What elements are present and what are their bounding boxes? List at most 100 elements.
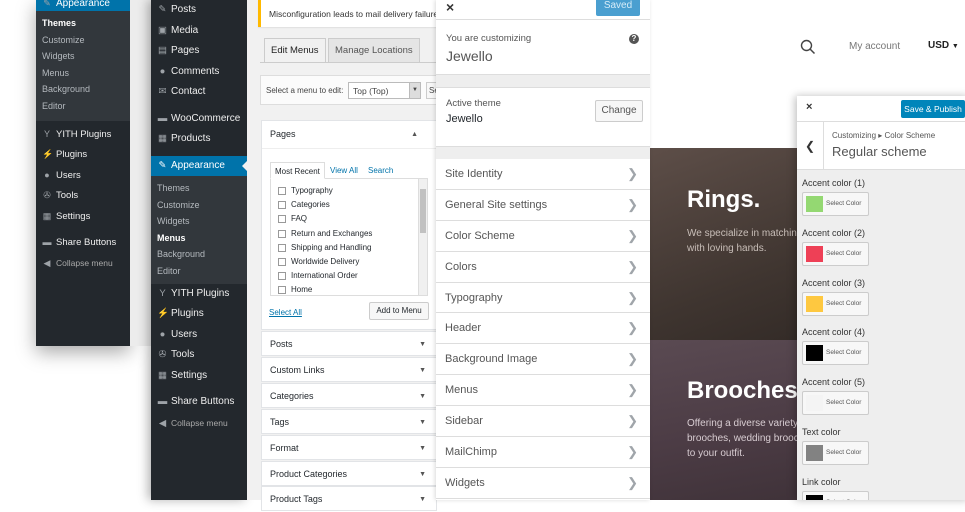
currency-selector[interactable]: USD ▼ — [928, 40, 959, 51]
submenu-themes[interactable]: Themes — [36, 15, 130, 32]
page-item[interactable]: Categories — [278, 198, 427, 212]
customizer-section[interactable]: Typography ❯ — [436, 282, 650, 314]
submenu-background[interactable]: Background — [36, 81, 130, 98]
color-picker-button[interactable]: Select Color — [802, 441, 869, 465]
menu-settings[interactable]: ▦ Settings — [151, 366, 247, 387]
customizer-section[interactable]: MailChimp ❯ — [436, 437, 650, 468]
menu-yith-plugins[interactable]: Y YITH Plugins — [151, 284, 247, 305]
customizer-section[interactable]: Color Scheme ❯ — [436, 220, 650, 252]
menu-woocommerce[interactable]: ▬ WooCommerce — [151, 109, 247, 130]
mail-icon: ✉ — [158, 86, 167, 97]
checkbox[interactable] — [278, 215, 286, 224]
color-picker-button[interactable]: Select Color — [802, 490, 869, 500]
collapse-menu[interactable]: ◀ Collapse menu — [151, 413, 247, 434]
submenu-menus[interactable]: Menus — [36, 65, 130, 82]
menu-tools[interactable]: ✇ Tools — [151, 345, 247, 366]
menu-users[interactable]: ● Users — [151, 325, 247, 346]
page-item-label: Typography — [291, 186, 333, 195]
page-item[interactable]: Worldwide Delivery — [278, 255, 427, 269]
accordion-section[interactable]: Posts ▼ — [261, 331, 437, 356]
brooches-heading: Brooches — [687, 377, 798, 404]
submenu-customize[interactable]: Customize — [151, 197, 247, 214]
close-icon[interactable]: × — [806, 101, 812, 113]
accordion-section[interactable]: Format ▼ — [261, 434, 437, 460]
customizer-section[interactable]: Menus ❯ — [436, 375, 650, 407]
submenu-menus[interactable]: Menus — [151, 230, 247, 247]
checkbox[interactable] — [278, 243, 286, 252]
accordion-section[interactable]: Product Categories ▼ — [261, 460, 437, 486]
scrollbar[interactable] — [418, 179, 427, 295]
checkbox[interactable] — [278, 272, 286, 281]
save-publish-button[interactable]: Save & Publish — [901, 100, 965, 118]
menu-share-buttons[interactable]: ▬ Share Buttons — [151, 392, 247, 413]
page-item-label: FAQ — [291, 214, 308, 224]
help-icon[interactable]: ? — [629, 34, 639, 44]
menu-products[interactable]: ▦ Products — [151, 129, 247, 150]
submenu-background[interactable]: Background — [151, 246, 247, 263]
submenu-editor[interactable]: Editor — [36, 98, 130, 115]
customizer-section[interactable]: General Site settings ❯ — [436, 189, 650, 221]
menu-share-buttons[interactable]: ▬ Share Buttons — [36, 232, 130, 253]
menu-appearance-back[interactable]: ✎ Appearance — [36, 0, 130, 11]
color-picker-button[interactable]: Select Color — [802, 291, 869, 316]
submenu-themes[interactable]: Themes — [151, 180, 247, 197]
menu-appearance[interactable]: ✎ Appearance — [151, 155, 247, 176]
submenu-editor[interactable]: Editor — [151, 263, 247, 280]
submenu-widgets[interactable]: Widgets — [36, 48, 130, 65]
accordion-section[interactable]: Tags ▼ — [261, 408, 437, 434]
change-theme-button[interactable]: Change — [595, 100, 643, 122]
page-item[interactable]: International Order — [278, 269, 427, 283]
customizer-section[interactable]: Background Image ❯ — [436, 344, 650, 376]
pages-panel-header[interactable]: Pages ▲ — [270, 121, 428, 148]
customizer-section[interactable]: Header ❯ — [436, 313, 650, 345]
menu-tools[interactable]: ✇ Tools — [36, 185, 130, 206]
page-item[interactable]: Shipping and Handling — [278, 241, 427, 255]
customizer-section[interactable]: Colors ❯ — [436, 251, 650, 283]
menu-pages[interactable]: ▤ Pages — [151, 41, 247, 62]
page-item-label: Shipping and Handling — [291, 242, 372, 252]
customizer-section[interactable]: Site Identity ❯ — [436, 159, 650, 190]
menu-settings[interactable]: ▦ Settings — [36, 206, 130, 227]
menu-select[interactable]: Top (Top) ▼ — [348, 82, 421, 99]
select-all-link[interactable]: Select All — [269, 308, 302, 317]
menu-yith-plugins[interactable]: Y YITH Plugins — [36, 124, 130, 145]
customizer-section[interactable]: Widgets ❯ — [436, 467, 650, 499]
menu-plugins[interactable]: ⚡ Plugins — [151, 304, 247, 325]
checkbox[interactable] — [278, 229, 286, 238]
color-picker-button[interactable]: Select Color — [802, 341, 869, 366]
tab-edit-menus[interactable]: Edit Menus — [264, 38, 326, 63]
tab-search[interactable]: Search — [368, 166, 393, 175]
page-item[interactable]: Return and Exchanges — [278, 227, 427, 241]
close-icon[interactable]: × — [446, 0, 454, 14]
tab-most-recent[interactable]: Most Recent — [270, 162, 325, 179]
accordion-section[interactable]: Categories ▼ — [261, 382, 437, 408]
menu-contact[interactable]: ✉ Contact — [151, 82, 247, 103]
menu-posts[interactable]: ✎ Posts — [151, 0, 247, 21]
menu-users[interactable]: ● Users — [36, 165, 130, 186]
checkbox[interactable] — [278, 286, 286, 295]
my-account-link[interactable]: My account — [849, 41, 900, 52]
checkbox[interactable] — [278, 201, 286, 210]
page-item[interactable]: FAQ — [278, 212, 427, 226]
color-picker-button[interactable]: Select Color — [802, 391, 869, 416]
search-icon[interactable] — [800, 39, 816, 55]
saved-button[interactable]: Saved — [596, 0, 640, 16]
collapse-menu[interactable]: ◀ Collapse menu — [36, 253, 130, 274]
menu-comments[interactable]: ● Comments — [151, 62, 247, 83]
submenu-customize[interactable]: Customize — [36, 32, 130, 49]
add-to-menu-button[interactable]: Add to Menu — [369, 302, 429, 320]
submenu-widgets[interactable]: Widgets — [151, 213, 247, 230]
page-item[interactable]: Typography — [278, 184, 427, 198]
accordion-section[interactable]: Product Tags ▼ — [261, 486, 437, 512]
customizer-section[interactable]: Sidebar ❯ — [436, 406, 650, 438]
checkbox[interactable] — [278, 257, 286, 266]
menu-media[interactable]: ▣ Media — [151, 21, 247, 42]
tab-manage-locations[interactable]: Manage Locations — [328, 38, 420, 63]
menu-plugins[interactable]: ⚡ Plugins — [36, 144, 130, 165]
tab-view-all[interactable]: View All — [330, 166, 358, 175]
back-icon[interactable]: ❮ — [797, 122, 824, 170]
color-picker-button[interactable]: Select Color — [802, 241, 869, 266]
accordion-section[interactable]: Custom Links ▼ — [261, 356, 437, 382]
color-picker-button[interactable]: Select Color — [802, 192, 869, 216]
checkbox[interactable] — [278, 187, 286, 195]
